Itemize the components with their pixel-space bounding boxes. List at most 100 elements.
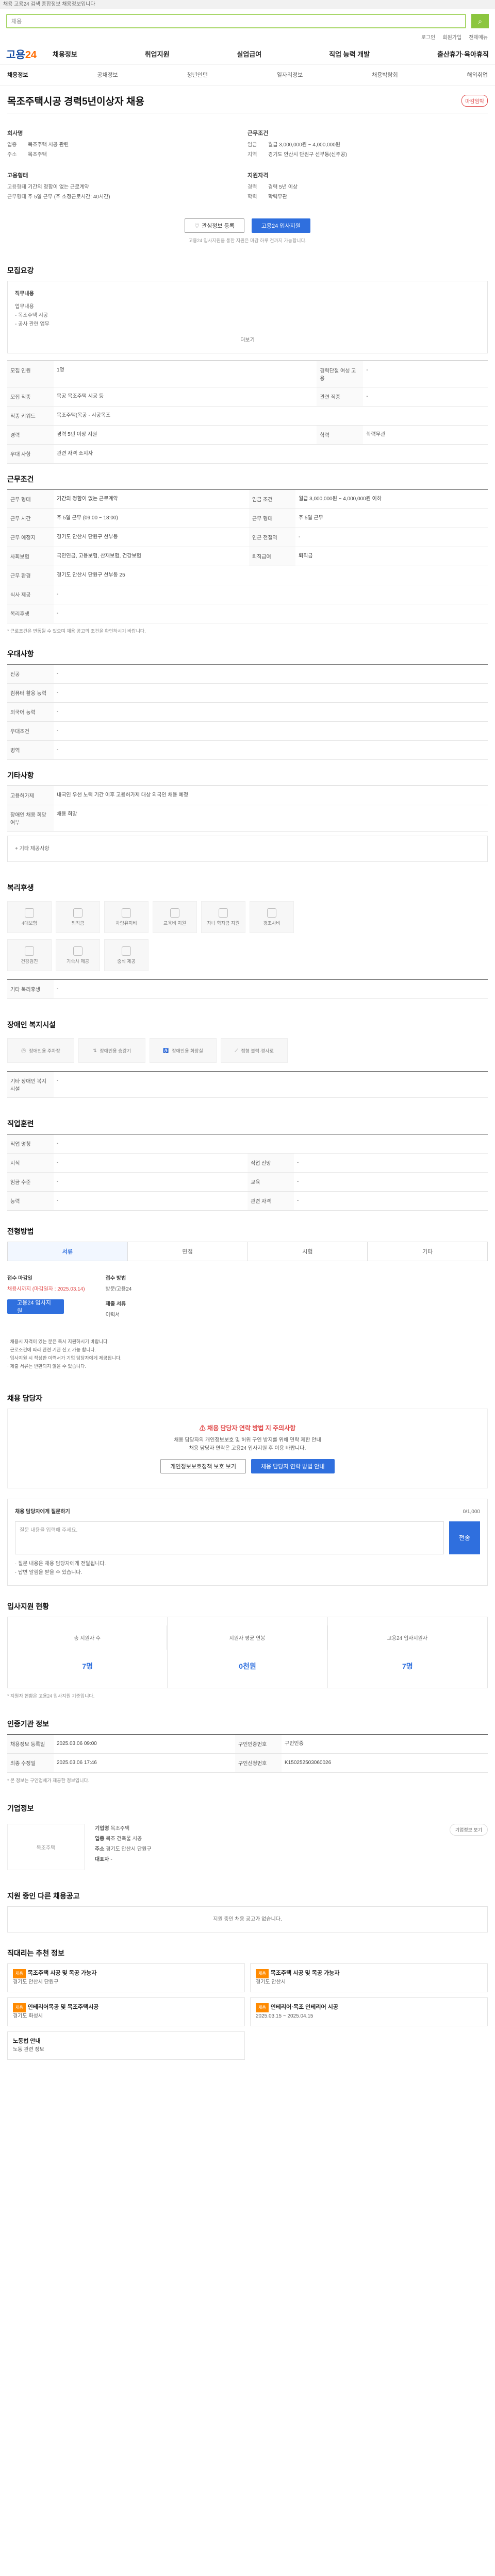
welfare-item: 4대보험 [7, 901, 52, 933]
company-info-button[interactable]: 기업정보 보기 [449, 1824, 488, 1836]
company-label: 회사명 [7, 130, 23, 137]
list-item[interactable]: 노동법 안내 노동 관련 정보 [7, 2031, 245, 2060]
logo[interactable]: 고용24 [6, 46, 53, 61]
welfare-item: 중식 제공 [104, 939, 148, 971]
section-title: 기업정보 [7, 1804, 34, 1812]
section-title: 근무조건 [7, 475, 34, 483]
apply-button-2[interactable]: 고용24 입사지원 [7, 1299, 64, 1314]
list-item[interactable]: 채용 목조주택 시공 및 목공 가능자 경기도 안산시 단원구 [7, 1963, 245, 1992]
house-icon [73, 946, 82, 956]
welfare-item: 건강검진 [7, 939, 52, 971]
section-title: 우대사항 [7, 650, 34, 658]
recommend-list: 채용 목조주택 시공 및 목공 가능자 경기도 안산시 단원구 채용 목조주택 시공 … [7, 1963, 488, 2060]
subnav-item[interactable]: 채용박람회 [372, 71, 398, 79]
contact-guide-button[interactable]: 채용 담당자 연락 방법 안내 [251, 1459, 335, 1473]
nav-item[interactable]: 채용정보 [53, 49, 77, 59]
question-input[interactable]: 질문 내용을 입력해 주세요. [15, 1521, 444, 1554]
privacy-button[interactable]: 개인정보보호정책 보호 보기 [160, 1459, 246, 1473]
meal-icon [122, 946, 131, 956]
welfare-item: 퇴직금 [56, 901, 100, 933]
section-title: 모집요강 [7, 266, 34, 275]
facility-item: ⟋ 점형 블럭·경사로 [221, 1038, 288, 1063]
insurance-icon [25, 908, 34, 918]
facility-item: ♿ 장애인용 화장실 [150, 1038, 217, 1063]
welfare-item: 교육비 지원 [153, 901, 197, 933]
section-title: 채용 담당자 [7, 1394, 43, 1402]
menu-link[interactable]: 전체메뉴 [469, 33, 488, 41]
tab-interview[interactable]: 면접 [128, 1242, 248, 1261]
submit-button[interactable]: 전송 [449, 1521, 480, 1554]
condition-table: 근무 형태 기간의 정함이 없는 근로계약 임금 조건 월급 3,000,000원 ~… [7, 489, 488, 623]
search-input[interactable]: 채용 [6, 14, 466, 28]
section-title: 기타사항 [7, 771, 34, 779]
nav-item[interactable]: 취업지원 [145, 49, 170, 59]
toilet-icon: ♿ [163, 1047, 169, 1053]
utility-links: 로그인 회원가입 전체메뉴 [0, 33, 495, 44]
job-info-table: 직업 명칭 - 지식 - 직업 전망 - 임금 수준 - 교육 - 능력 - 관련 자격 - [7, 1134, 488, 1211]
health-icon [25, 946, 34, 956]
welfare-item: 자녀 학자금 지원 [201, 901, 245, 933]
list-item[interactable]: 채용 인테리어·목조 인테리어 시공 2025.03.15 ~ 2025.04.15 [250, 1997, 488, 2026]
search-icon: ⌕ [478, 16, 482, 25]
company-logo: 목조주택 [7, 1824, 85, 1870]
section-title: 복리후생 [7, 884, 34, 892]
notice-list: · 채용시 자격이 있는 분은 즉시 지원하시기 바랍니다. · 근로조건에 따라… [7, 1339, 122, 1369]
apply-button[interactable]: 고용24 입사지원 [251, 218, 310, 233]
car-icon [122, 908, 131, 918]
nav-item[interactable]: 직업 능력 개발 [329, 49, 370, 59]
status-badge: 마감임박 [461, 95, 488, 107]
apply-info: 접수 마감일 채용시까지 (마감일자 : 2025.03.14) 고용24 입사… [7, 1276, 132, 1318]
tab-test[interactable]: 시험 [248, 1242, 368, 1261]
scholarship-icon [219, 908, 228, 918]
subnav-item[interactable]: 일자리정보 [277, 71, 303, 79]
section-title: 장애인 복지시설 [7, 1021, 56, 1029]
page-title: 목조주택시공 경력5년이상자 채용 [7, 96, 144, 107]
signup-link[interactable]: 회원가입 [442, 33, 461, 41]
gift-icon [267, 908, 276, 918]
pension-icon [73, 908, 82, 918]
more-button[interactable]: 더보기 [15, 336, 480, 345]
recruit-table: 모집 인원 1명 경력단절 여성 고용 - 모집 직종 목공 목조주택 시공 등 관련 직… [7, 361, 488, 464]
alert-icon: ⚠ [199, 1425, 208, 1432]
section-title: 인증기관 정보 [7, 1720, 50, 1728]
job-summary: 회사명 업종 목조주택 시공 관련 주소 목조주택 고용형태 고용형태 기간의 정함이… [7, 113, 488, 207]
search-bar: 채용 ⌕ [0, 9, 495, 33]
company-info: 목조주택 기업명 목조주택 업종 목조 건축물 시공 주소 경기도 안산시 단원… [7, 1819, 488, 1875]
apply-stats: 총 지원자 수 7명 지원자 평균 연봉 0천원 고용24 입사지원자 7명 [7, 1617, 488, 1688]
info-table: 채용정보 등록일 2025.03.06 09:00 구인인증번호 구인인증 최종 수정… [7, 1734, 488, 1773]
education-icon [170, 908, 179, 918]
selection-tabs: 서류 면접 시험 기타 [7, 1242, 488, 1261]
qa-box: 채용 담당자에게 질문하기 0/1,000 질문 내용을 입력해 주세요. 전송 … [7, 1499, 488, 1586]
subnav-item[interactable]: 청년인턴 [187, 71, 208, 79]
search-button[interactable]: ⌕ [471, 14, 489, 28]
nav-item[interactable]: 출산휴가·육아휴직 [437, 49, 489, 59]
top-nav: 고용24 채용정보 취업지원 실업급여 직업 능력 개발 출산휴가·육아휴직 [0, 44, 495, 64]
top-banner: 채용 고용24 검색 종합정보 채용정보입니다 [0, 0, 495, 9]
welfare-item: 차량유지비 [104, 901, 148, 933]
ramp-icon: ⟋ [235, 1047, 238, 1053]
nav-item[interactable]: 실업급여 [237, 49, 261, 59]
subnav-item[interactable]: 해외취업 [467, 71, 488, 79]
login-link[interactable]: 로그인 [421, 33, 436, 41]
section-title: 직대리는 추천 정보 [7, 1949, 64, 1957]
subnav-item[interactable]: 공채정보 [97, 71, 118, 79]
facility-item: Ⓟ 장애인용 주차장 [7, 1038, 74, 1063]
tab-document[interactable]: 서류 [8, 1242, 128, 1261]
job-header: 목조주택시공 경력5년이상자 채용 마감임박 [7, 86, 488, 113]
sub-nav: 채용정보 공채정보 청년인턴 일자리정보 채용박람회 해외취업 [0, 64, 495, 86]
heart-icon: ♡ [194, 223, 200, 229]
save-interest-button[interactable]: ♡ 관심정보 등록 [185, 218, 244, 233]
elevator-icon: ⇅ [92, 1047, 97, 1053]
section-title: 전형방법 [7, 1227, 34, 1235]
preference-table: 전공 - 컴퓨터 활용 능력 - 외국어 능력 - 우대조건 - 병역 - [7, 664, 488, 760]
list-item[interactable]: 채용 목조주택 시공 및 목공 가능자 경기도 안산시 [250, 1963, 488, 1992]
contact-alert: ⚠ 채용 담당자 연락 방법 지 주의사항 채용 담당자의 개인정보보호 및 허… [7, 1409, 488, 1488]
etc-more[interactable]: + 기타 제공사항 [7, 836, 488, 862]
tab-etc[interactable]: 기타 [368, 1242, 487, 1261]
parking-icon: Ⓟ [21, 1048, 26, 1054]
apply-note: 고용24 입사지원을 통한 지원은 마감 하루 전까지 가능합니다. [188, 238, 307, 243]
list-item[interactable]: 채용 인테리어목공 및 목조주택시공 경기도 화성시 [7, 1997, 245, 2026]
etc-table: 고용허가제 내국인 우선 노력 기간 이후 고용허가제 대상 외국인 채용 예정 … [7, 786, 488, 832]
welfare-item: 경조사비 [250, 901, 294, 933]
subnav-item[interactable]: 채용정보 [7, 71, 28, 79]
